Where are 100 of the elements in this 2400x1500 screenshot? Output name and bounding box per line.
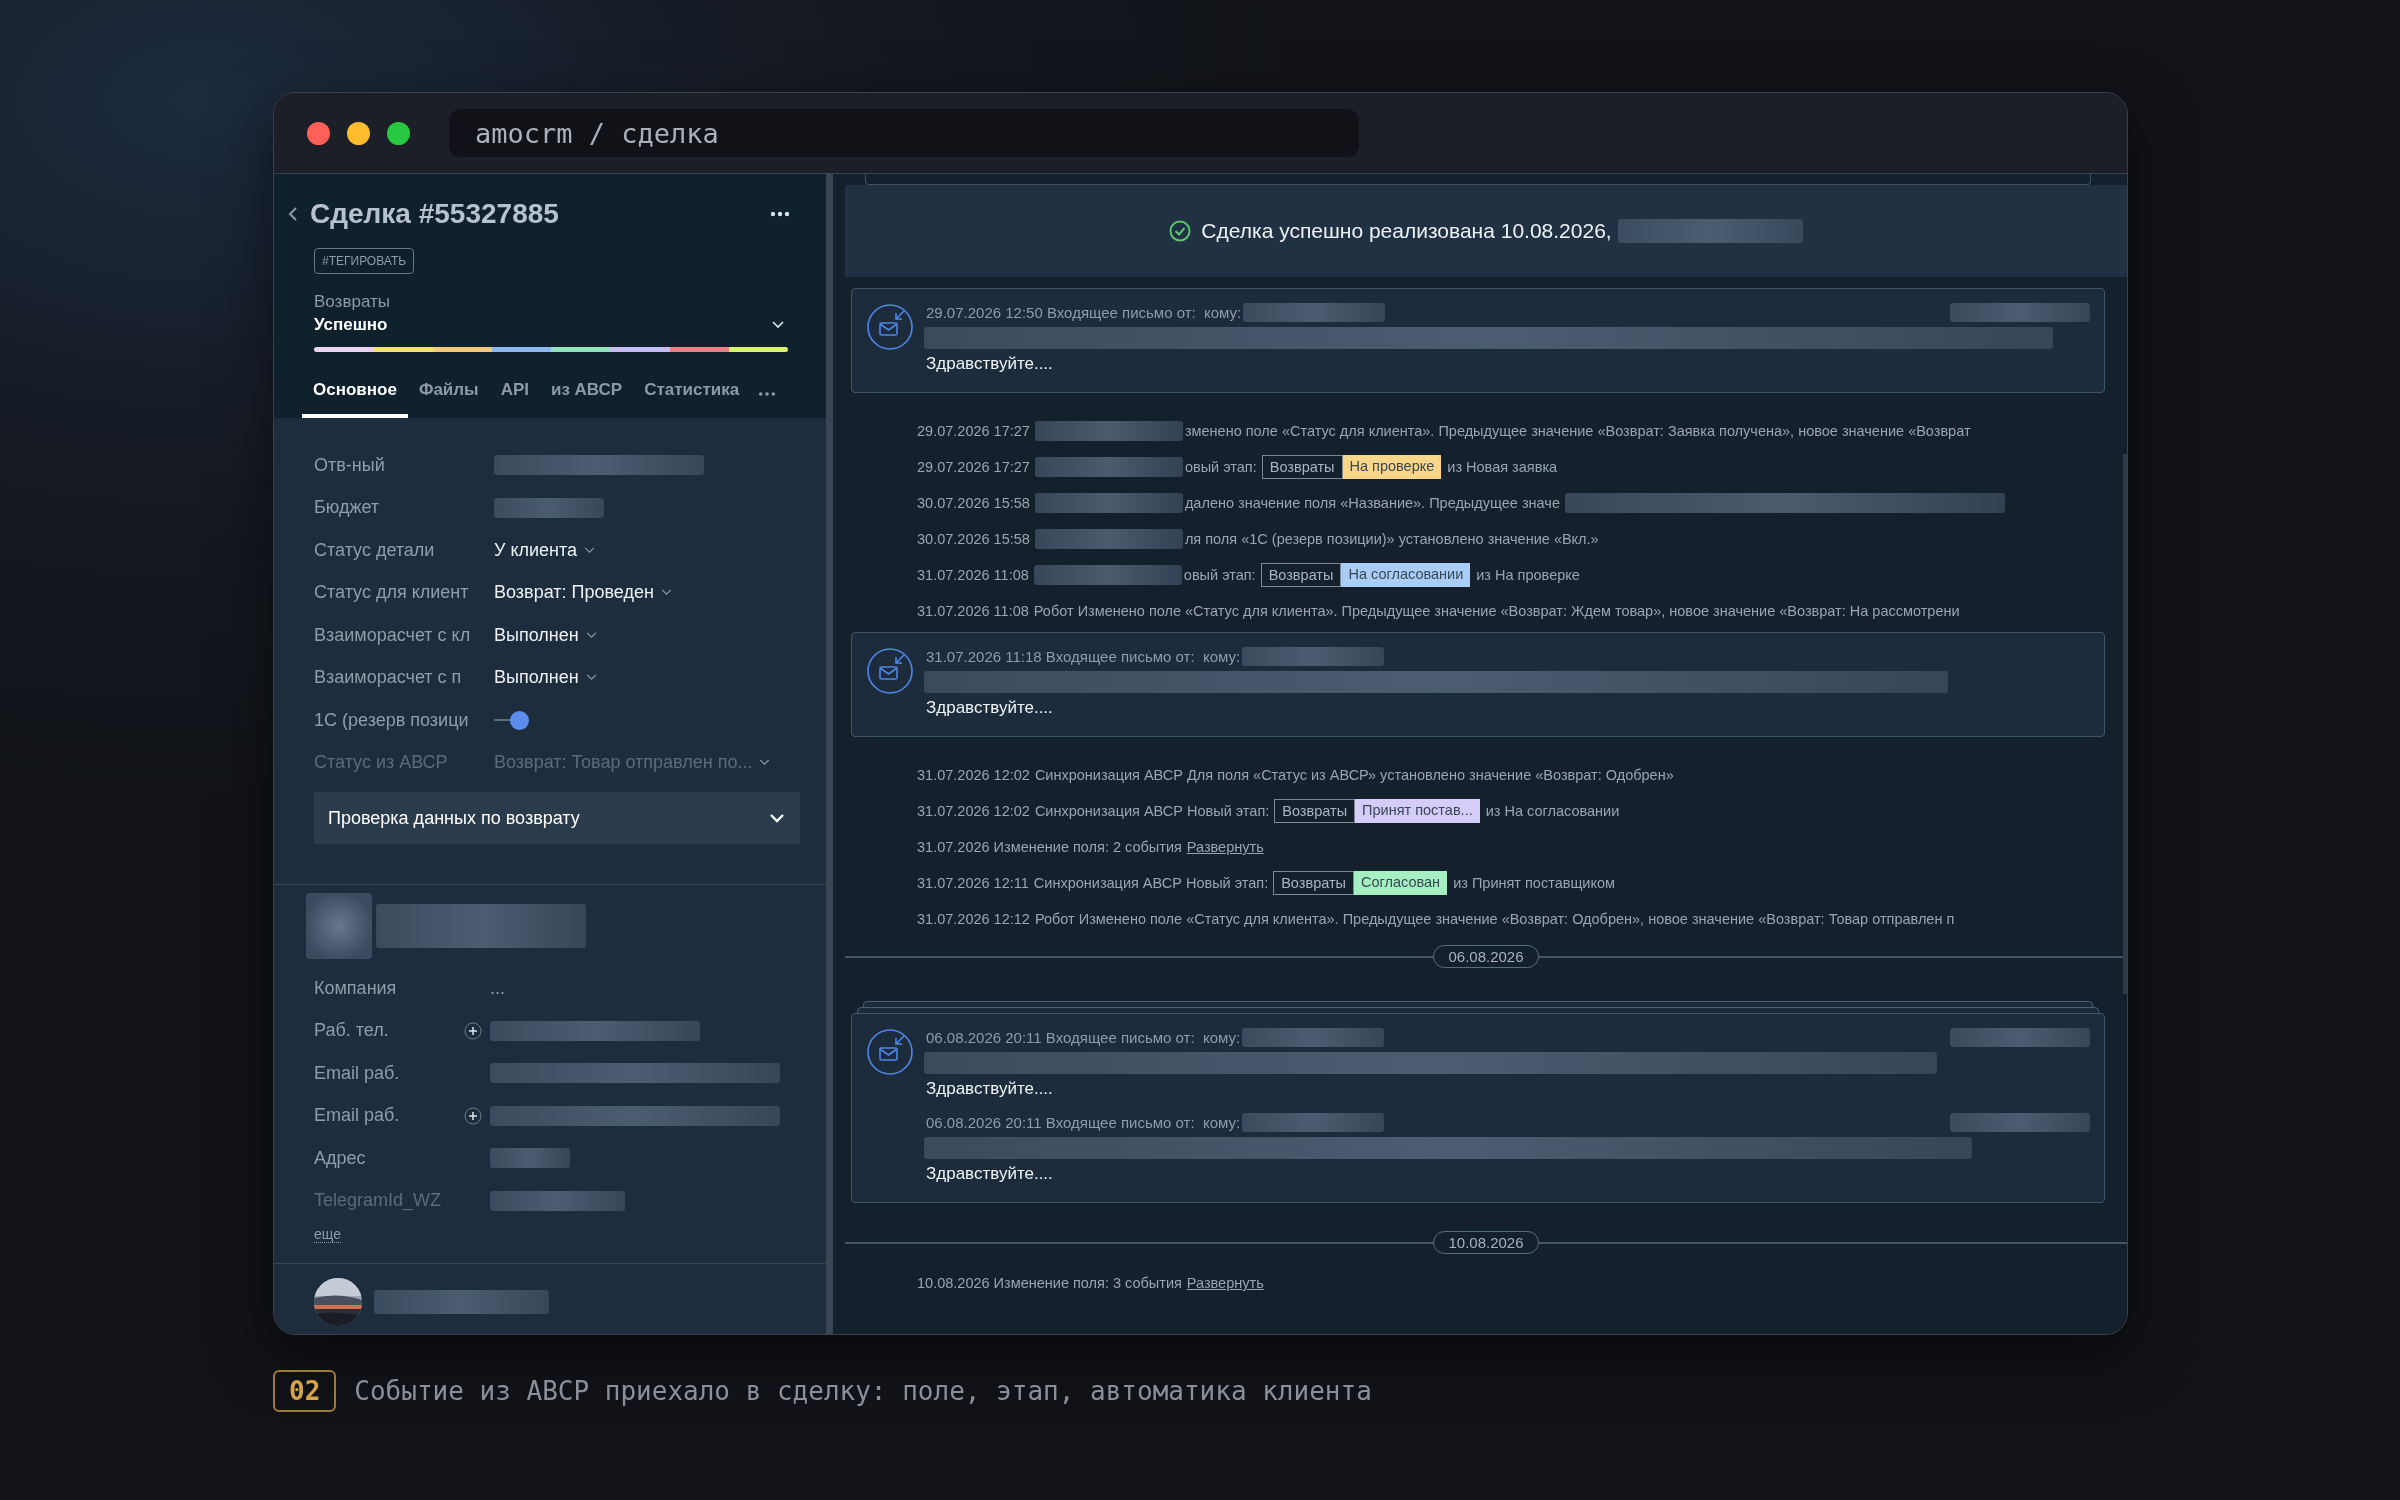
pipeline-tag: Возвраты <box>1273 871 1354 895</box>
mail-card[interactable]: 06.08.2026 20:11 Входящее письмо от: кому: Здравствуйте.... 06.08.2026 20:11 Входящее письмо от: кому: Здравствуйте.... <box>851 1013 2105 1203</box>
field-label: TelegramId_WZ <box>314 1190 443 1212</box>
event-text: из На проверке <box>1476 567 1580 583</box>
deal-title: Сделка #55327885 <box>310 198 560 230</box>
tab[interactable]: Статистика <box>633 370 751 418</box>
stage-tag: Принят постав... <box>1355 799 1480 823</box>
caption-text: Событие из АВСР приехало в сделку: поле, этап, автоматика клиента <box>354 1376 1372 1406</box>
incoming-mail-icon <box>866 1028 914 1076</box>
event-text: Синхронизация АВСР Новый этап: <box>1034 803 1270 819</box>
check-circle-icon <box>1169 220 1192 242</box>
event-text: зменено поле «Статус для клиента». Предыдущее значение «Возврат: Заявка получена», новое значение «Возврат <box>1184 423 1971 439</box>
back-icon[interactable] <box>288 206 298 222</box>
field-label: Взаиморасчет с п <box>314 667 463 689</box>
mail-header: 29.07.2026 12:50 Входящее письмо от: кому: <box>926 304 1242 321</box>
event-time: 31.07.2026 12:11 <box>917 875 1029 891</box>
address-bar: amocrm / сделка <box>449 109 1359 157</box>
pipeline-tag: Возвраты <box>1260 563 1342 587</box>
mail-preview: Здравствуйте.... <box>926 1079 1054 1099</box>
event-text: Робот Изменено поле «Статус для клиента». Предыдущее значение «Возврат: Одобрен», новое значение «Возврат: Товар отправлен п <box>1034 911 1955 927</box>
stage-tag: На проверке <box>1342 455 1442 479</box>
field-select[interactable]: Возврат: Проведен <box>494 582 672 604</box>
stage-tag: Согласован <box>1354 871 1448 895</box>
field-label: Email раб. <box>314 1105 401 1127</box>
field-label: 1С (резерв позици <box>314 709 470 731</box>
event-time: 31.07.2026 11:08 <box>917 603 1029 619</box>
event-text: Робот Изменено поле «Статус для клиента». Предыдущее значение «Возврат: Ждем товар», новое значение «Возврат: На рассмотрени <box>1033 603 1960 619</box>
pipeline-label: Возвраты <box>314 292 391 312</box>
section-dropdown[interactable]: Проверка данных по возврату <box>314 792 800 844</box>
event-text: овый этап: <box>1184 459 1257 475</box>
expand-link[interactable]: Развернуть <box>1186 1275 1264 1291</box>
mail-card[interactable]: 31.07.2026 11:18 Входящее письмо от: кому: Здравствуйте.... <box>851 632 2105 737</box>
tab[interactable]: Основное <box>302 370 408 418</box>
event-time: 30.07.2026 15:58 <box>917 531 1030 547</box>
maximize-button[interactable] <box>387 121 410 145</box>
chevron-icon <box>759 759 771 767</box>
pipeline-tag: Возвраты <box>1261 455 1343 479</box>
stage-tag: На согласовании <box>1341 563 1471 587</box>
tab[interactable]: API <box>489 370 540 418</box>
field-label: Раб. тел. <box>314 1020 390 1042</box>
mail-card[interactable]: 29.07.2026 12:50 Входящее письмо от: кому: Здравствуйте.... <box>851 288 2105 393</box>
mail-header: 31.07.2026 11:18 Входящее письмо от: кому: <box>926 648 1241 665</box>
event-text: 10.08.2026 Изменение поля: 3 события <box>917 1275 1182 1291</box>
add-icon[interactable] <box>464 1106 482 1125</box>
field-select[interactable]: Выполнен <box>494 624 597 646</box>
event-time: 29.07.2026 17:27 <box>917 459 1030 475</box>
event-time: 31.07.2026 12:02 <box>917 767 1030 783</box>
tag-button[interactable]: #ТЕГИРОВАТЬ <box>314 248 415 274</box>
field-label: Статус для клиент <box>314 582 470 604</box>
tab[interactable]: Файлы <box>407 370 490 418</box>
contact-avatar <box>306 893 372 959</box>
mail-preview: Здравствуйте.... <box>926 698 1054 718</box>
event-text: из Принят поставщиком <box>1453 875 1615 891</box>
more-icon[interactable] <box>758 391 777 397</box>
event-text: ля поля «1С (резерв позиции)» установлено значение «Вкл.» <box>1184 531 1599 547</box>
expand-link[interactable]: Развернуть <box>1186 839 1264 855</box>
event-time: 31.07.2026 11:08 <box>917 567 1029 583</box>
event-text: Синхронизация АВСР Для поля «Статус из АВСР» установлено значение «Возврат: Одобрен» <box>1034 767 1674 783</box>
mail-preview: Здравствуйте.... <box>926 1164 1054 1184</box>
chevron-icon <box>585 631 597 639</box>
toggle-switch[interactable] <box>494 710 530 731</box>
status-select[interactable]: Успешно <box>314 315 388 335</box>
event-time: 30.07.2026 15:58 <box>917 495 1030 511</box>
more-link[interactable]: еще <box>314 1226 341 1243</box>
field-value: ... <box>490 977 505 999</box>
field-select[interactable]: Выполнен <box>494 667 597 689</box>
field-label: Email раб. <box>314 1062 401 1084</box>
banner-text: Сделка успешно реализована 10.08.2026, <box>1201 219 1612 243</box>
minimize-button[interactable] <box>347 121 370 145</box>
more-icon[interactable] <box>770 211 790 217</box>
event-text: далено значение поля «Название». Предыдущее значе <box>1184 495 1560 511</box>
pipeline-tag: Возвраты <box>1274 799 1356 823</box>
event-time: 31.07.2026 12:02 <box>917 803 1030 819</box>
step-badge: 02 <box>273 1370 337 1412</box>
event-text: Синхронизация АВСР Новый этап: <box>1033 875 1269 891</box>
field-label: Адрес <box>314 1147 367 1169</box>
event-text: из На согласовании <box>1485 803 1620 819</box>
field-select[interactable]: У клиента <box>494 539 596 561</box>
date-divider: 06.08.2026 <box>1433 944 1539 968</box>
field-label: Статус детали <box>314 539 436 561</box>
mail-header: 06.08.2026 20:11 Входящее письмо от: кому: <box>926 1029 1241 1046</box>
field-label: Отв-ный <box>314 454 386 476</box>
chevron-icon <box>772 321 784 329</box>
chevron-icon <box>584 546 596 554</box>
incoming-mail-icon <box>866 303 914 351</box>
event-text: из Новая заявка <box>1447 459 1558 475</box>
add-icon[interactable] <box>464 1021 482 1040</box>
chevron-icon <box>660 589 672 597</box>
close-button[interactable] <box>307 121 330 145</box>
mail-header: 06.08.2026 20:11 Входящее письмо от: кому: <box>926 1114 1241 1131</box>
field-label: Компания <box>314 977 398 999</box>
field-label: Статус из АВСР <box>314 752 449 774</box>
incoming-mail-icon <box>866 647 914 695</box>
tab[interactable]: из АВСР <box>539 370 634 418</box>
event-time: 31.07.2026 12:12 <box>917 911 1030 927</box>
scrollbar[interactable] <box>2123 454 2127 994</box>
event-text: овый этап: <box>1183 567 1256 583</box>
event-text: 31.07.2026 Изменение поля: 2 события <box>917 839 1182 855</box>
chevron-icon <box>585 674 597 682</box>
event-time: 29.07.2026 17:27 <box>917 423 1030 439</box>
